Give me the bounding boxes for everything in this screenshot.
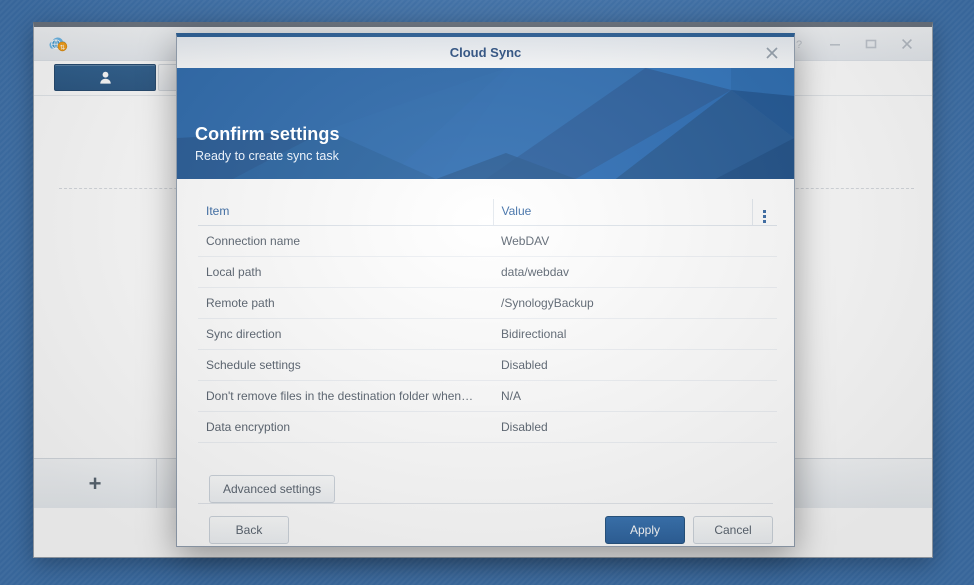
user-icon [98, 70, 113, 85]
row-spacer [752, 256, 777, 288]
tab-user-account[interactable] [54, 64, 156, 91]
cancel-button[interactable]: Cancel [693, 515, 773, 544]
table-row: Connection name WebDAV [198, 225, 777, 257]
desktop-background: ⇅ ? + Cloud Sync Confirm settings Ready … [0, 0, 974, 585]
table-row: Data encryption Disabled [198, 411, 777, 443]
table-row: Schedule settings Disabled [198, 349, 777, 381]
advanced-settings-row: Advanced settings [198, 475, 773, 503]
add-task-button[interactable]: + [34, 459, 157, 508]
table-row: Don't remove files in the destination fo… [198, 380, 777, 412]
row-item-value: data/webdav [493, 256, 752, 288]
svg-text:?: ? [796, 39, 802, 50]
settings-summary-table: Item Value Connection name WebDAV Local … [198, 199, 777, 443]
close-button[interactable] [896, 33, 918, 55]
row-item-label: Local path [198, 256, 493, 288]
cloud-sync-app-icon: ⇅ [46, 32, 70, 56]
row-item-label: Don't remove files in the destination fo… [198, 380, 493, 412]
dialog-title-bar: Cloud Sync [177, 37, 794, 68]
row-item-value: Disabled [493, 349, 752, 381]
apply-button[interactable]: Apply [605, 515, 685, 544]
table-row: Remote path /SynologyBackup [198, 287, 777, 319]
dialog-close-icon[interactable] [762, 43, 782, 63]
row-item-value: Disabled [493, 411, 752, 443]
table-row: Sync direction Bidirectional [198, 318, 777, 350]
column-header-item[interactable]: Item [198, 199, 494, 226]
advanced-settings-button[interactable]: Advanced settings [209, 475, 336, 503]
row-item-label: Remote path [198, 287, 493, 319]
row-spacer [752, 318, 777, 350]
table-row: Local path data/webdav [198, 256, 777, 288]
row-item-value: WebDAV [493, 225, 752, 257]
row-item-label: Connection name [198, 225, 493, 257]
back-button[interactable]: Back [209, 515, 289, 544]
window-controls[interactable]: ? [788, 27, 924, 61]
dialog-banner: Confirm settings Ready to create sync ta… [177, 68, 794, 179]
footer-left-buttons: Back [198, 515, 289, 544]
row-item-value: /SynologyBackup [493, 287, 752, 319]
dialog-content: Item Value Connection name WebDAV Local … [177, 179, 794, 503]
row-item-value: Bidirectional [493, 318, 752, 350]
settings-table-body: Connection name WebDAV Local path data/w… [198, 225, 777, 443]
row-item-label: Schedule settings [198, 349, 493, 381]
row-item-label: Sync direction [198, 318, 493, 350]
footer-right-buttons: Apply Cancel [605, 515, 773, 544]
table-header-row: Item Value [198, 199, 777, 226]
column-header-menu[interactable] [752, 199, 777, 226]
row-item-value: N/A [493, 380, 752, 412]
cloud-sync-wizard-dialog: Cloud Sync Confirm settings Ready to cre… [176, 33, 795, 547]
row-item-label: Data encryption [198, 411, 493, 443]
minimize-button[interactable] [824, 33, 846, 55]
dialog-footer: Back Apply Cancel [198, 503, 773, 555]
row-spacer [752, 225, 777, 257]
column-header-value[interactable]: Value [493, 199, 753, 226]
banner-heading: Confirm settings [195, 124, 340, 144]
dialog-title: Cloud Sync [449, 45, 522, 60]
kebab-menu-icon[interactable] [763, 209, 767, 223]
banner-subheading: Ready to create sync task [195, 149, 339, 163]
maximize-button[interactable] [860, 33, 882, 55]
svg-text:⇅: ⇅ [60, 44, 65, 52]
banner-text-block: Confirm settings Ready to create sync ta… [195, 124, 340, 163]
row-spacer [752, 411, 777, 443]
row-spacer [752, 380, 777, 412]
row-spacer [752, 349, 777, 381]
row-spacer [752, 287, 777, 319]
